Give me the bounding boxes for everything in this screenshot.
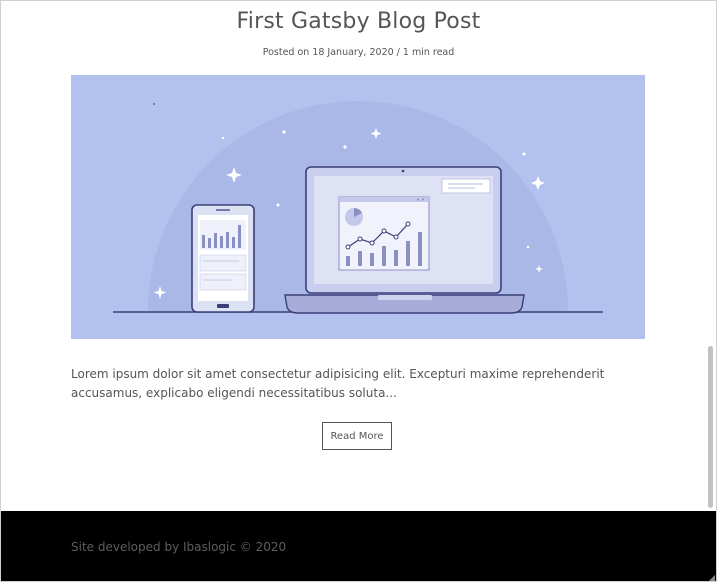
scrollbar-thumb[interactable]	[708, 346, 713, 508]
phone-illustration	[191, 204, 255, 313]
post-excerpt: Lorem ipsum dolor sit amet consectetur a…	[71, 367, 605, 400]
devices-illustration	[113, 101, 603, 314]
post-featured-image	[71, 75, 645, 339]
read-more-button[interactable]: Read More	[322, 422, 392, 450]
browser-viewport: First Gatsby Blog Post Posted on 18 Janu…	[0, 0, 717, 582]
post-title: First Gatsby Blog Post	[236, 9, 481, 34]
laptop-illustration	[284, 166, 525, 314]
footer-credit: Site developed by Ibaslogic © 2020	[71, 540, 287, 554]
vertical-scrollbar[interactable]	[706, 1, 716, 511]
site-footer: Site developed by Ibaslogic © 2020 ◢	[1, 511, 716, 581]
post-meta: Posted on 18 January, 2020 / 1 min read	[262, 47, 455, 58]
resize-grip-icon[interactable]: ◢	[706, 573, 715, 581]
